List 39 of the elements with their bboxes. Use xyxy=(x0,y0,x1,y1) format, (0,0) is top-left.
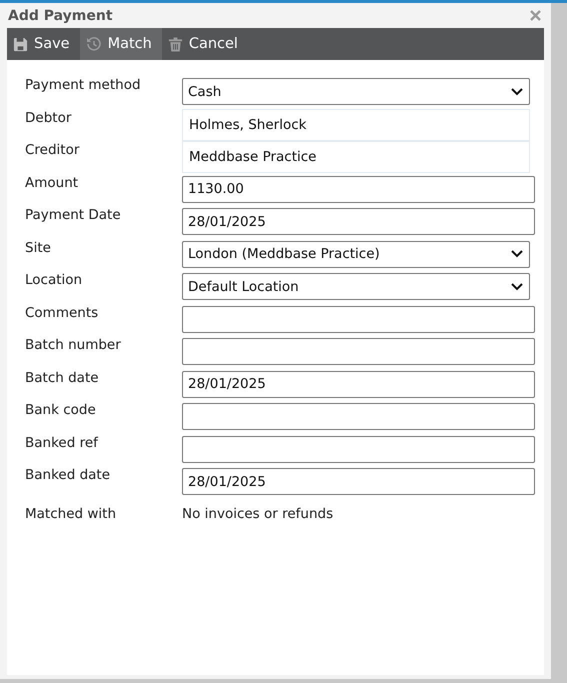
chevron-icon xyxy=(511,88,523,96)
field-label: Batch number xyxy=(25,336,122,353)
history-icon xyxy=(86,36,102,52)
field-label: Creditor xyxy=(25,141,80,158)
field-label: Amount xyxy=(25,174,80,190)
field-label: Banked date xyxy=(25,466,112,483)
field-label: Batch date xyxy=(25,368,100,386)
input-field[interactable] xyxy=(182,403,535,430)
save-icon xyxy=(13,36,28,52)
input-field[interactable]: 28/01/2025 xyxy=(182,208,535,235)
toolbar-button[interactable]: Cancel xyxy=(162,28,248,60)
field-label: Debtor xyxy=(25,108,72,126)
readonly-field: Holmes, Sherlock xyxy=(182,108,530,140)
input-field[interactable]: 28/01/2025 xyxy=(182,468,535,495)
toolbar-button[interactable]: Save xyxy=(7,28,80,60)
input-field[interactable] xyxy=(182,338,535,365)
field-label: Bank code xyxy=(25,401,97,418)
field-label: Payment method xyxy=(25,76,142,93)
field-label: Payment Date xyxy=(25,206,122,223)
close-icon[interactable] xyxy=(530,10,543,21)
toolbar-button[interactable]: Match xyxy=(80,28,162,60)
field-value: No invoices or refunds xyxy=(182,504,334,522)
input-field[interactable] xyxy=(182,306,535,332)
input-field[interactable]: 1130.00 xyxy=(182,176,535,202)
field-label: Banked ref xyxy=(25,434,100,450)
input-field[interactable] xyxy=(182,436,535,462)
dropdown[interactable]: Cash xyxy=(182,78,530,105)
field-label: Site xyxy=(25,238,52,256)
input-field[interactable]: 28/01/2025 xyxy=(182,370,535,398)
window-title: Add Payment xyxy=(8,8,113,24)
readonly-field: Meddbase Practice xyxy=(182,141,530,173)
field-label: Location xyxy=(25,271,84,288)
chevron-icon xyxy=(511,250,523,258)
field-label: Matched with xyxy=(25,504,117,522)
chevron-icon xyxy=(511,282,523,290)
dropdown[interactable]: Default Location xyxy=(182,273,530,300)
trash-icon xyxy=(168,36,183,52)
dropdown[interactable]: London (Meddbase Practice) xyxy=(182,240,530,268)
field-label: Comments xyxy=(25,304,100,320)
